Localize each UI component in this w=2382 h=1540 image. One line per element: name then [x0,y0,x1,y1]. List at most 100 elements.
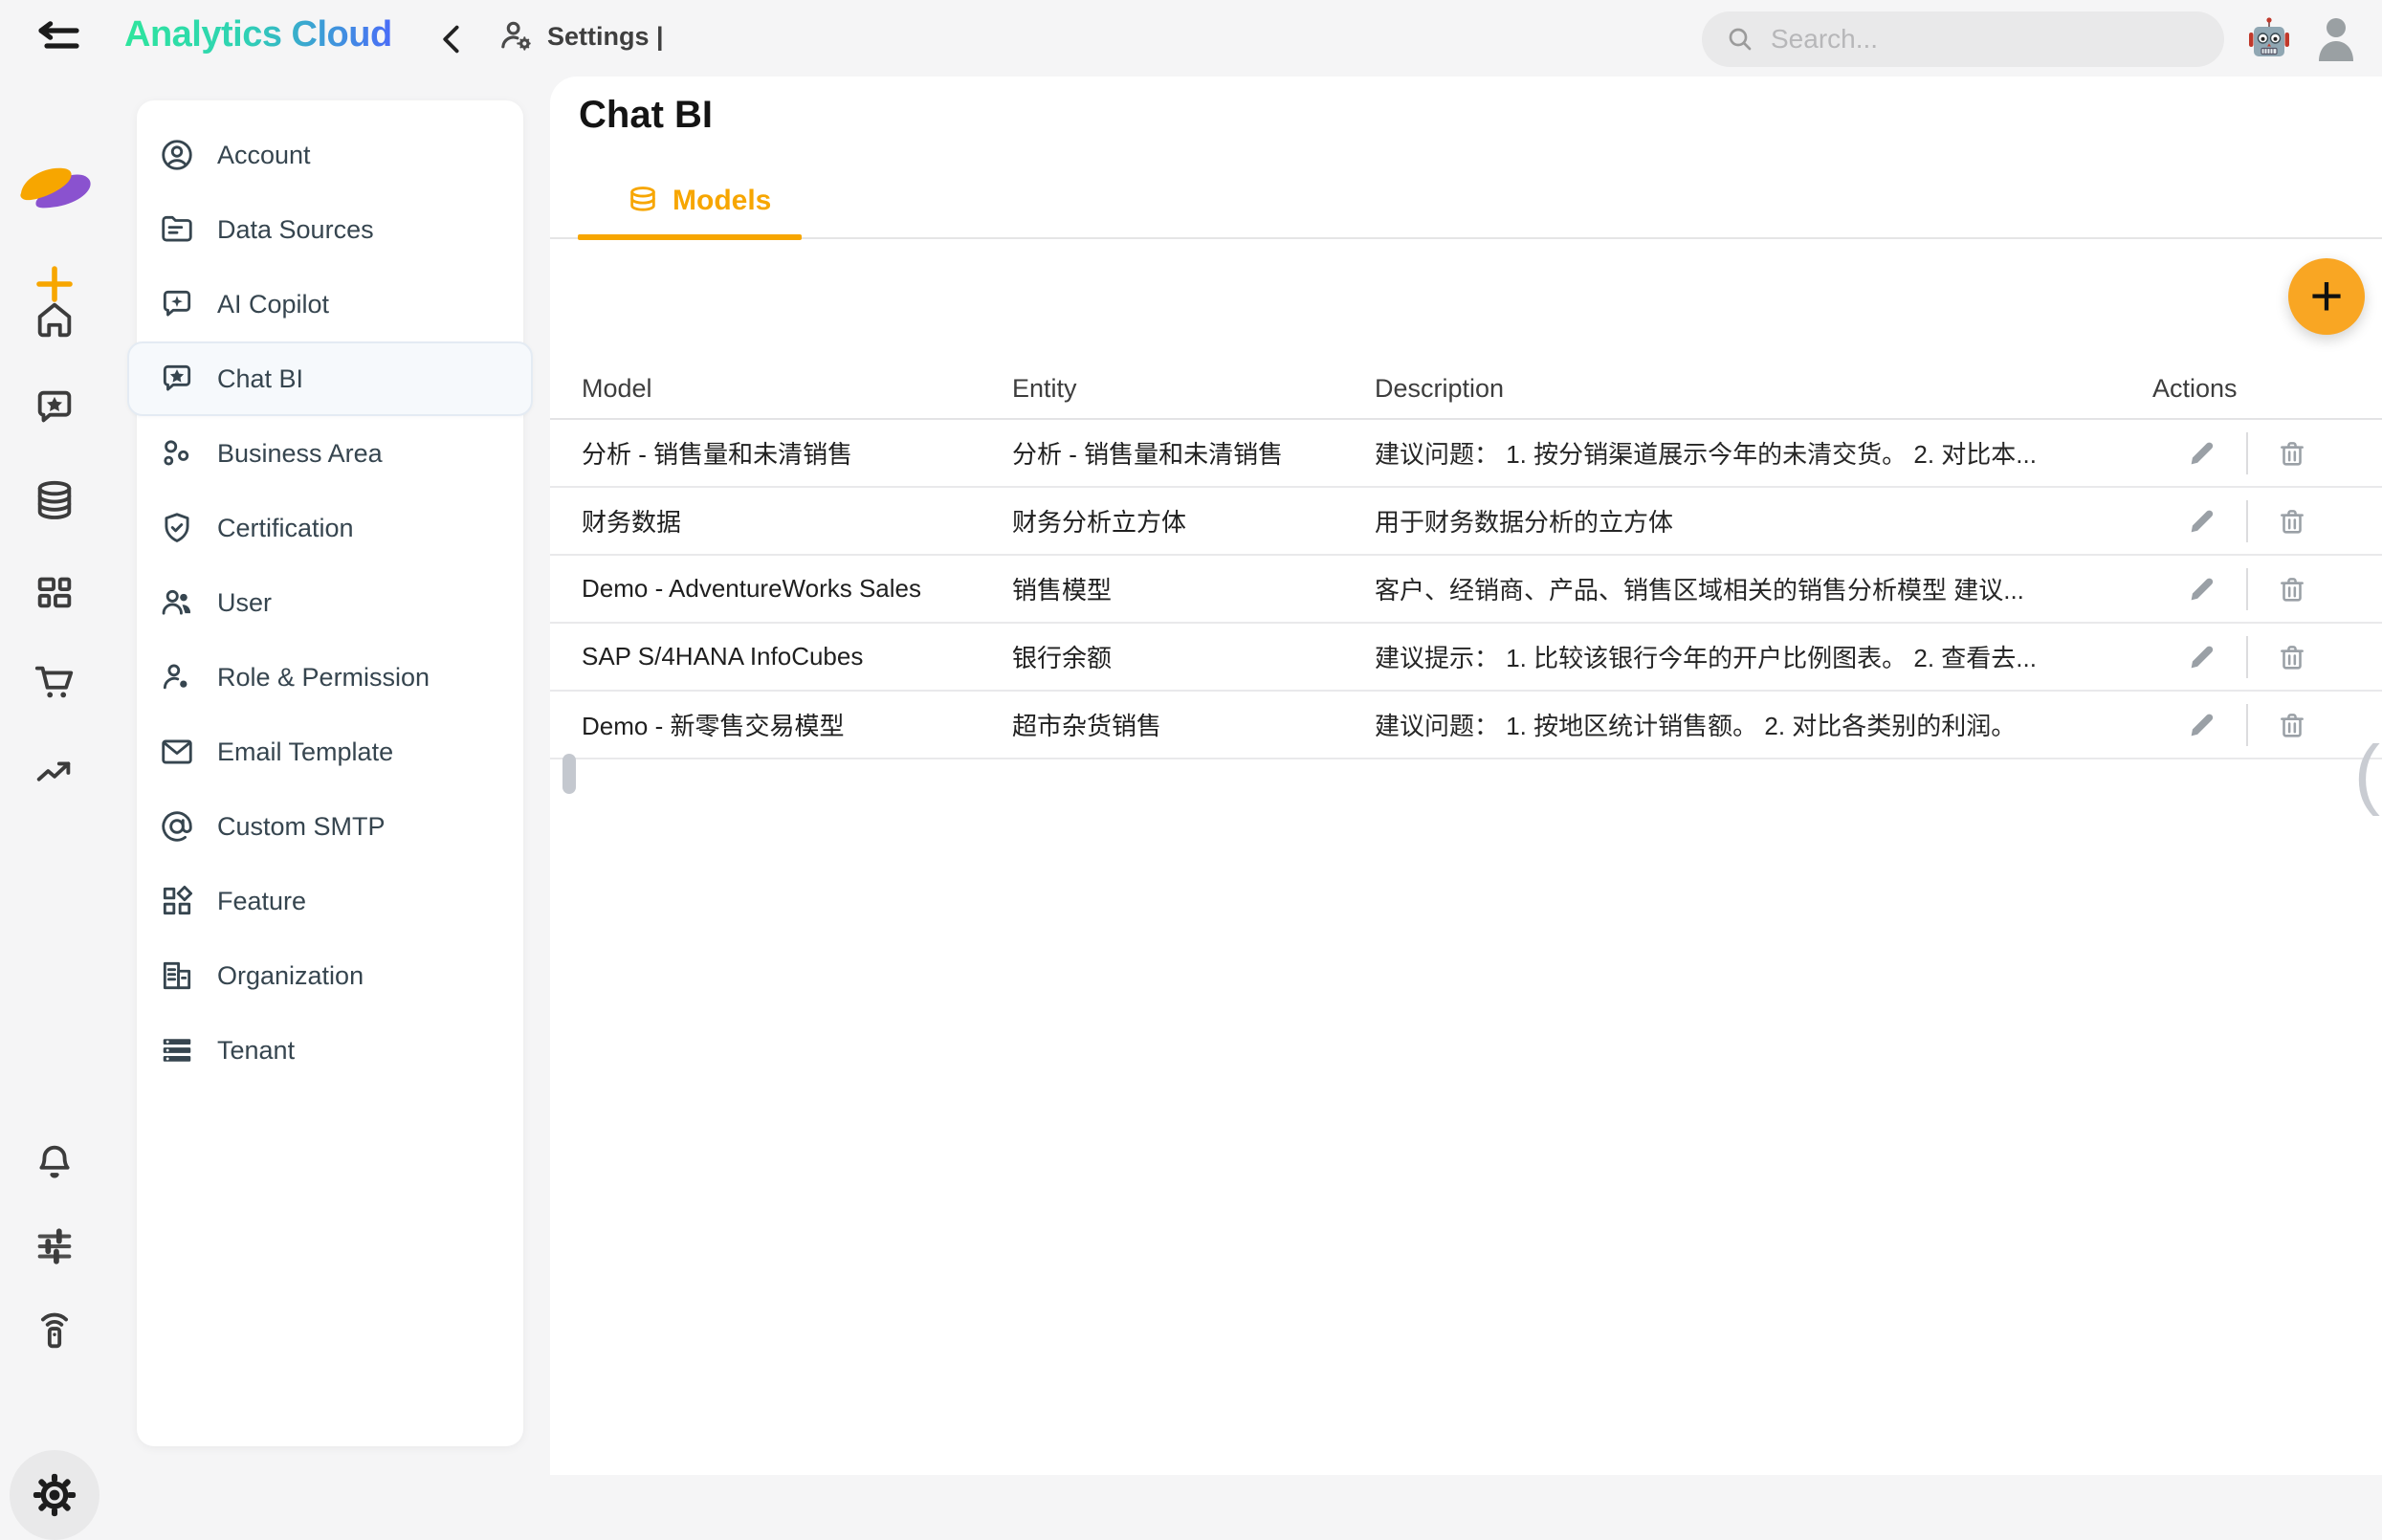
remote-icon[interactable] [30,1306,79,1355]
workspace-logo[interactable] [13,157,96,216]
sidebar-item-user[interactable]: User [137,565,523,640]
settings-sidebar: Account Data Sources AI Copilot Chat BI [137,100,523,1446]
model-cell: Demo - 新零售交易模型 [582,707,1012,742]
role-permission-icon [158,658,196,696]
sidebar-item-data-sources[interactable]: Data Sources [137,192,523,267]
sidebar-item-label: Tenant [217,1036,295,1066]
sidebar-item-label: Business Area [217,439,383,469]
business-area-icon [158,434,196,473]
model-cell: 分析 - 销售量和未清销售 [582,435,1012,471]
sidebar-item-account[interactable]: Account [137,118,523,192]
top-bar: Analytics Cloud Settings | [0,0,2382,77]
tab-active-underline [578,234,802,240]
sidebar-item-email-template[interactable]: Email Template [137,715,523,789]
actions-cell [2152,500,2382,542]
database-icon[interactable] [30,475,79,525]
model-cell: 财务数据 [582,503,1012,539]
sidebar-item-label: Organization [217,961,364,991]
settings-gear-button[interactable] [10,1450,99,1540]
sidebar-item-chat-bi[interactable]: Chat BI [127,341,533,416]
entity-cell: 银行余额 [1012,639,1375,674]
actions-cell [2152,568,2382,610]
sidebar-item-label: Role & Permission [217,663,430,693]
edit-button[interactable] [2172,641,2233,673]
add-model-button[interactable]: + [2288,258,2365,335]
actions-cell [2152,432,2382,474]
sidebar-item-ai-copilot[interactable]: AI Copilot [137,267,523,341]
sidebar-item-label: Chat BI [217,364,303,394]
sidebar-item-feature[interactable]: Feature [137,864,523,938]
actions-cell [2152,636,2382,678]
dashboard-icon[interactable] [30,567,79,617]
tab-divider [550,237,2382,239]
sidebar-item-label: Custom SMTP [217,812,386,842]
delete-button[interactable] [2261,573,2323,605]
actions-divider [2246,568,2248,610]
description-cell: 建议问题： 1. 按地区统计销售额。 2. 对比各类别的利润。 [1375,707,2152,742]
sidebar-item-label: Feature [217,887,306,916]
vertical-scrollbar-thumb[interactable] [562,754,576,794]
description-cell: 客户、经销商、产品、销售区域相关的销售分析模型 建议... [1375,571,2152,606]
table-row[interactable]: 分析 - 销售量和未清销售 分析 - 销售量和未清销售 建议问题： 1. 按分销… [550,420,2382,488]
sidebar-item-certification[interactable]: Certification [137,491,523,565]
sidebar-item-label: User [217,588,272,618]
back-chevron-icon[interactable] [438,21,467,57]
description-cell: 建议提示： 1. 比较该银行今年的开户比例图表。 2. 查看去... [1375,639,2152,674]
gear-icon [30,1470,79,1520]
settings-breadcrumb-label[interactable]: Settings | [547,22,664,52]
table-header: Model Entity Description Actions [550,359,2382,420]
edit-button[interactable] [2172,505,2233,538]
story-icon[interactable] [30,383,79,432]
sidebar-item-tenant[interactable]: Tenant [137,1013,523,1088]
model-cell: Demo - AdventureWorks Sales [582,574,1012,604]
icon-rail [0,77,110,1475]
actions-cell [2152,704,2382,746]
cart-icon[interactable] [30,657,79,707]
table-row[interactable]: SAP S/4HANA InfoCubes 银行余额 建议提示： 1. 比较该银… [550,624,2382,692]
chat-bi-icon [158,360,196,398]
tab-models[interactable]: Models [627,172,771,230]
collapse-sidebar-button[interactable] [33,13,86,63]
copilot-robot-icon[interactable] [2247,15,2291,61]
edit-button[interactable] [2172,573,2233,605]
user-avatar[interactable] [2313,13,2359,63]
sidebar-item-organization[interactable]: Organization [137,938,523,1013]
table-row[interactable]: 财务数据 财务分析立方体 用于财务数据分析的立方体 [550,488,2382,556]
page-title: Chat BI [579,94,713,137]
breadcrumb: Settings | [497,17,664,55]
at-sign-icon [158,807,196,846]
right-drawer-handle[interactable]: ( [2354,735,2380,813]
column-header-model: Model [582,374,1012,404]
edit-button[interactable] [2172,437,2233,470]
entity-cell: 超市杂货销售 [1012,707,1375,742]
description-cell: 用于财务数据分析的立方体 [1375,503,2152,539]
menu-fold-icon [33,15,85,61]
bell-icon[interactable] [30,1137,79,1187]
trending-up-icon[interactable] [30,748,79,798]
app-title[interactable]: Analytics Cloud [124,14,392,55]
delete-button[interactable] [2261,709,2323,741]
tenant-icon [158,1031,196,1069]
actions-divider [2246,704,2248,746]
sidebar-item-label: Email Template [217,737,393,767]
sliders-icon[interactable] [30,1221,79,1271]
actions-divider [2246,500,2248,542]
delete-button[interactable] [2261,641,2323,673]
table-row[interactable]: Demo - AdventureWorks Sales 销售模型 客户、经销商、… [550,556,2382,624]
search-input[interactable] [1769,23,2217,55]
data-sources-icon [158,210,196,249]
sidebar-item-label: Account [217,141,311,170]
models-table: Model Entity Description Actions 分析 - 销售… [550,359,2382,759]
delete-button[interactable] [2261,437,2323,470]
delete-button[interactable] [2261,505,2323,538]
home-icon[interactable] [30,295,79,344]
sidebar-item-label: AI Copilot [217,290,329,319]
database-icon [627,185,659,217]
sidebar-item-custom-smtp[interactable]: Custom SMTP [137,789,523,864]
sidebar-item-role-permission[interactable]: Role & Permission [137,640,523,715]
table-row[interactable]: Demo - 新零售交易模型 超市杂货销售 建议问题： 1. 按地区统计销售额。… [550,692,2382,759]
column-header-description: Description [1375,374,2152,404]
edit-button[interactable] [2172,709,2233,741]
sidebar-item-label: Certification [217,514,354,543]
sidebar-item-business-area[interactable]: Business Area [137,416,523,491]
